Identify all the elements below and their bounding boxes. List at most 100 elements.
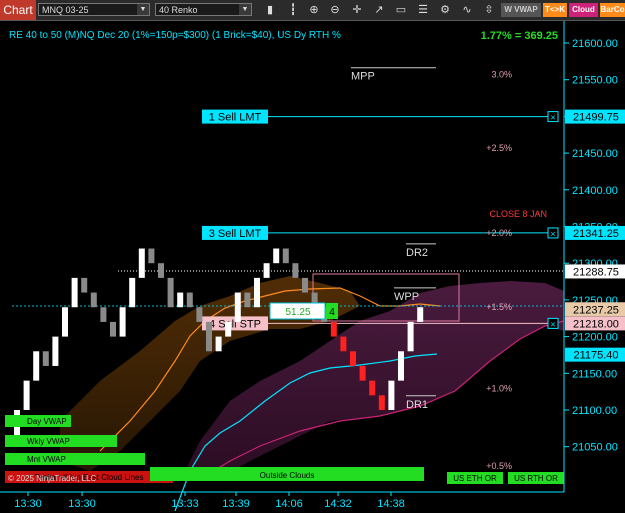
renko-brick [52,336,59,366]
chart-title: RE 40 to 50 (M)NQ Dec 20 (1%=150p=$300) … [9,30,341,41]
sell-3-lmt-order-label: 3 Sell LMT [209,228,262,240]
x-tick-label: 14:32 [324,498,352,510]
x-tick-label: 13:30 [68,498,96,510]
zoom-in-icon[interactable]: ⊕ [306,2,322,18]
bar-type-selector[interactable]: 40 Renko ▼ [155,3,252,16]
chevron-down-icon[interactable]: ▼ [137,4,149,15]
drawing-icon[interactable]: ↗ [371,2,387,18]
indicator-bar-label: US ETH OR [453,474,497,483]
renko-brick [330,321,337,337]
level-label: WPP [394,291,419,303]
renko-brick [215,336,222,352]
bar-type-value: 40 Renko [159,5,198,15]
zoom-out-icon[interactable]: ⊖ [327,2,343,18]
position-qty: 4 [329,307,335,318]
renko-brick [398,351,404,381]
renko-brick [407,321,414,352]
y-tick-label: 21400.00 [572,185,618,197]
renko-brick [138,248,145,278]
chevron-down-icon[interactable]: ▼ [239,4,251,15]
close-icon: × [550,319,555,329]
renko-brick [110,321,116,337]
last-price-axis-value: 21288.75 [573,266,619,278]
renko-brick [244,292,251,308]
bar-chart-icon[interactable]: ▮ [262,2,278,18]
candles-icon[interactable]: ┇ [285,2,301,18]
x-tick-label: 14:38 [377,498,405,510]
barcolor-button[interactable]: BarCo [600,3,625,17]
y-tick-label: 21600.00 [572,38,618,50]
w-vwap-button[interactable]: W VWAP [501,3,541,17]
renko-brick [158,263,164,278]
renko-brick [369,380,376,396]
chart-toolbar: Chart MNQ 03-25 ▼ 40 Renko ▼ ▮ ┇ ⊕ ⊖ ✛ ↗… [0,0,625,21]
level-label: MPP [351,71,375,83]
indicator-bar-label: Wkly VWAP [27,437,70,446]
tk-button[interactable]: T<>K [543,3,567,17]
properties-icon[interactable]: ☰ [415,2,431,18]
y-tick-label: 21100.00 [572,405,617,417]
cloud-button[interactable]: Cloud [569,3,598,17]
level-label: DR2 [406,247,428,259]
instrument-selector[interactable]: MNQ 03-25 ▼ [38,3,150,16]
x-tick-label: 14:06 [275,498,303,510]
renko-brick [254,277,260,308]
renko-brick [234,292,241,322]
indicator-icon[interactable]: ∿ [459,2,475,18]
entry-axis-value: 21237.25 [573,304,619,316]
crosshair-icon[interactable]: ✛ [349,2,365,18]
pct-label: +1.5% [486,302,512,312]
renko-brick [62,307,68,337]
renko-brick [273,248,280,264]
renko-brick [263,263,270,278]
draw-tools-icon[interactable]: ▭ [393,2,409,18]
renko-brick [417,307,424,322]
renko-brick [90,292,97,308]
renko-brick [206,321,212,352]
renko-brick [302,277,308,293]
position-price: 51.25 [285,307,310,318]
x-tick-label: 13:30 [14,498,42,510]
instrument-value: MNQ 03-25 [42,5,89,15]
indicator-bar-label: Outside Clouds [260,471,315,480]
renko-brick [340,336,347,352]
app-label[interactable]: Chart [0,0,36,20]
y-tick-label: 21550.00 [572,75,618,87]
performance-label: 1.77% = 369.25 [481,30,558,42]
renko-brick [359,365,366,381]
indicator-bar [5,453,145,465]
close-label: CLOSE 8 JAN [489,209,547,219]
pct-label: +2.5% [486,143,512,153]
renko-brick [186,292,193,308]
renko-brick [388,380,395,410]
y-tick-label: 21450.00 [572,148,618,160]
pct-label: +2.0% [486,228,512,238]
chart-canvas[interactable]: 1 Sell LMT ×3 Sell LMT ×4 Sell STP × 3.0%+2… [0,21,625,513]
renko-brick [23,380,30,410]
strategy-icon[interactable]: ⚙ [437,2,453,18]
cloud-value-axis-value: 21175.40 [573,350,618,362]
copyright: © 2025 NinjaTrader, LLC [8,474,97,483]
y-tick-label: 21050.00 [572,442,618,454]
x-tick-label: 13:33 [171,498,199,510]
renko-brick [378,395,385,410]
sell-3-lmt-axis-value: 21341.25 [573,228,619,240]
renko-brick [129,277,136,308]
pct-label: 3.0% [491,70,512,80]
renko-brick [177,292,184,308]
indicator-bar-label: Mnt VWAP [27,455,66,464]
renko-brick [196,307,203,322]
scroll-icon[interactable]: ⇳ [481,2,497,18]
renko-brick [225,321,232,337]
pct-label: +0.5% [486,461,512,471]
x-tick-label: 13:39 [222,498,250,510]
y-tick-label: 21200.00 [572,332,618,344]
indicator-bar-label: US RTH OR [514,474,558,483]
renko-brick [167,277,174,308]
y-axis [564,21,625,492]
sell-1-lmt-order-label: 1 Sell LMT [209,112,262,124]
close-icon: × [550,229,555,239]
sell-1-lmt-axis-value: 21499.75 [573,112,619,124]
close-icon: × [550,113,555,123]
renko-brick [71,277,78,308]
